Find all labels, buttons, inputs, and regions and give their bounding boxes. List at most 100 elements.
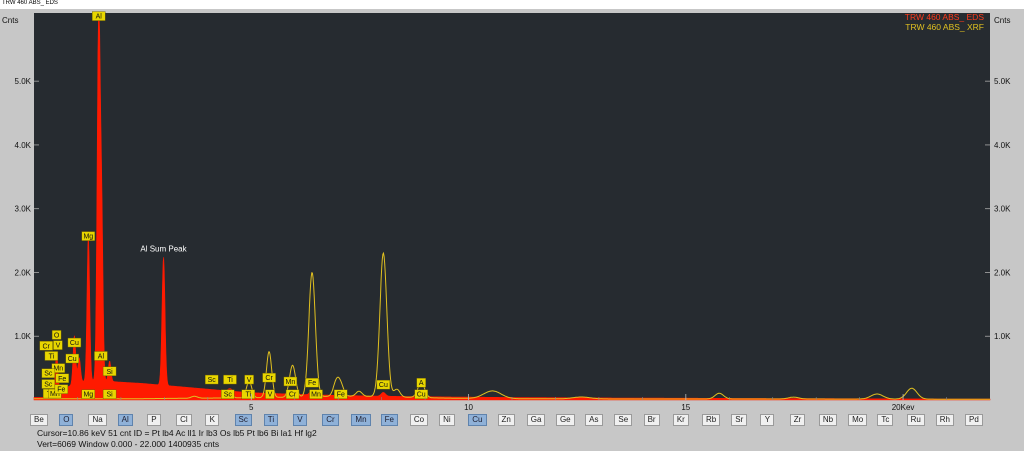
element-label-text: O bbox=[54, 332, 60, 339]
element-label-text: Cu bbox=[379, 382, 388, 389]
element-label: Al bbox=[94, 351, 108, 361]
element-label: Cu bbox=[414, 389, 428, 399]
x-tick-label: 15 bbox=[681, 403, 690, 412]
element-label: Ti bbox=[44, 351, 59, 361]
element-label-text: A bbox=[419, 380, 424, 387]
element-button-na[interactable]: Na bbox=[88, 414, 107, 426]
element-button-ti[interactable]: Ti bbox=[263, 414, 279, 426]
element-button-k[interactable]: K bbox=[205, 414, 220, 426]
element-button-p[interactable]: P bbox=[146, 414, 161, 426]
y-tick-label-left: 2.0K bbox=[15, 268, 32, 277]
element-button-zr[interactable]: Zr bbox=[789, 414, 806, 426]
element-button-ge[interactable]: Ge bbox=[555, 414, 575, 426]
y-axis-label-left: Cnts bbox=[2, 16, 18, 25]
element-label: O bbox=[51, 330, 62, 340]
legend-xrf: TRW 460 ABS_ XRF bbox=[905, 22, 984, 32]
element-periodic-bar: Be O Na Al P Cl K Sc Ti V Cr Mn Fe Co Ni Cu Zn Ga Ge As Se Br… bbox=[0, 414, 1024, 428]
element-button-cl[interactable]: Cl bbox=[176, 414, 192, 426]
element-button-zn[interactable]: Zn bbox=[497, 414, 515, 426]
element-button-rb[interactable]: Rb bbox=[702, 414, 721, 426]
element-label: Al bbox=[92, 11, 106, 21]
element-button-al[interactable]: Al bbox=[117, 414, 133, 426]
element-label: Si bbox=[102, 366, 117, 376]
element-label: Fe bbox=[305, 378, 319, 388]
element-button-be[interactable]: Be bbox=[30, 414, 48, 426]
element-button-v[interactable]: V bbox=[292, 414, 307, 426]
element-label-text: V bbox=[268, 392, 273, 399]
element-button-rh[interactable]: Rh bbox=[935, 414, 955, 426]
y-tick-label-right: 1.0K bbox=[994, 332, 1011, 341]
element-label: Cu bbox=[65, 353, 79, 364]
element-label-text: Cr bbox=[289, 392, 297, 399]
y-tick-label-right: 2.0K bbox=[994, 268, 1011, 277]
element-button-cu[interactable]: Cu bbox=[468, 414, 487, 426]
element-button-ga[interactable]: Ga bbox=[526, 414, 546, 426]
annotation-sum-peak: Al Sum Peak bbox=[140, 244, 187, 253]
element-label: Fe bbox=[54, 384, 69, 394]
element-button-o[interactable]: O bbox=[59, 414, 74, 426]
element-label-text: Fe bbox=[57, 387, 65, 394]
element-label: Sc bbox=[41, 379, 56, 389]
element-button-ni[interactable]: Ni bbox=[439, 414, 455, 426]
element-label: Cr bbox=[262, 372, 276, 383]
element-button-fe[interactable]: Fe bbox=[380, 414, 398, 426]
element-label-text: Mg bbox=[83, 234, 93, 241]
element-button-ru[interactable]: Ru bbox=[906, 414, 925, 426]
element-button-co[interactable]: Co bbox=[409, 414, 429, 426]
element-label: Cu bbox=[67, 337, 82, 348]
y-tick-label-left: 1.0K bbox=[15, 332, 32, 341]
element-label: Mn bbox=[309, 389, 323, 399]
status-line-2: Vert=6069 Window 0.000 - 22.000 1400935 … bbox=[37, 439, 220, 449]
element-label-text: Al bbox=[98, 353, 105, 360]
element-label-text: Cr bbox=[265, 375, 273, 382]
element-button-as[interactable]: As bbox=[585, 414, 603, 426]
plot-area[interactable] bbox=[34, 13, 990, 400]
x-tick-label: 5 bbox=[249, 403, 254, 412]
element-button-se[interactable]: Se bbox=[614, 414, 633, 426]
element-label-text: Cu bbox=[68, 356, 77, 363]
element-label: Cr bbox=[285, 389, 300, 399]
element-label: V bbox=[53, 340, 63, 350]
element-button-kr[interactable]: Kr bbox=[672, 414, 689, 426]
element-label: Ti bbox=[223, 374, 237, 385]
element-button-mn[interactable]: Mn bbox=[351, 414, 371, 426]
element-button-nb[interactable]: Nb bbox=[818, 414, 838, 426]
element-button-sr[interactable]: Sr bbox=[731, 414, 748, 426]
element-label-text: Ti bbox=[245, 392, 251, 399]
element-label: Cu bbox=[376, 379, 391, 390]
element-label: Sc bbox=[221, 389, 235, 399]
element-button-sc[interactable]: Sc bbox=[234, 414, 252, 426]
x-tick-label: 10 bbox=[464, 403, 473, 412]
element-label: Mg bbox=[81, 231, 96, 241]
element-label-text: Mg bbox=[83, 392, 93, 399]
element-label-text: V bbox=[247, 377, 252, 384]
element-label-text: V bbox=[56, 343, 61, 350]
element-label-text: Fe bbox=[308, 380, 316, 387]
element-button-mo[interactable]: Mo bbox=[848, 414, 868, 426]
element-label: Si bbox=[102, 389, 117, 399]
element-button-tc[interactable]: Tc bbox=[877, 414, 894, 426]
element-label-text: Sc bbox=[208, 377, 217, 384]
element-button-br[interactable]: Br bbox=[643, 414, 660, 426]
y-axis-label-right: Cnts bbox=[994, 16, 1010, 25]
element-label-text: Ti bbox=[49, 353, 55, 360]
element-label-text: Mn bbox=[286, 379, 296, 386]
element-label: Fe bbox=[334, 389, 348, 399]
y-tick-label-left: 5.0K bbox=[15, 77, 32, 86]
element-label: V bbox=[244, 374, 254, 385]
element-button-pd[interactable]: Pd bbox=[965, 414, 983, 426]
spectrum-chart[interactable]: Al Mg O Cr V Cu Ti Cu Mn Al Sc Fe Si Sc Ti Mn Fe Mg Si Sc Sc… bbox=[0, 10, 1024, 414]
element-label-text: Si bbox=[106, 392, 113, 399]
element-label-text: Si bbox=[106, 369, 113, 376]
element-label: Sc bbox=[205, 374, 219, 385]
y-tick-label-left: 4.0K bbox=[15, 141, 32, 150]
element-label-text: Cr bbox=[42, 343, 50, 350]
element-label: A bbox=[416, 378, 426, 388]
element-label: Cr bbox=[39, 341, 53, 351]
element-label: Ti bbox=[241, 389, 255, 399]
element-label: Mg bbox=[81, 389, 96, 399]
element-button-cr[interactable]: Cr bbox=[322, 414, 339, 426]
element-label-text: Fe bbox=[58, 376, 66, 383]
element-button-y[interactable]: Y bbox=[760, 414, 775, 426]
element-label-text: Ti bbox=[227, 377, 233, 384]
